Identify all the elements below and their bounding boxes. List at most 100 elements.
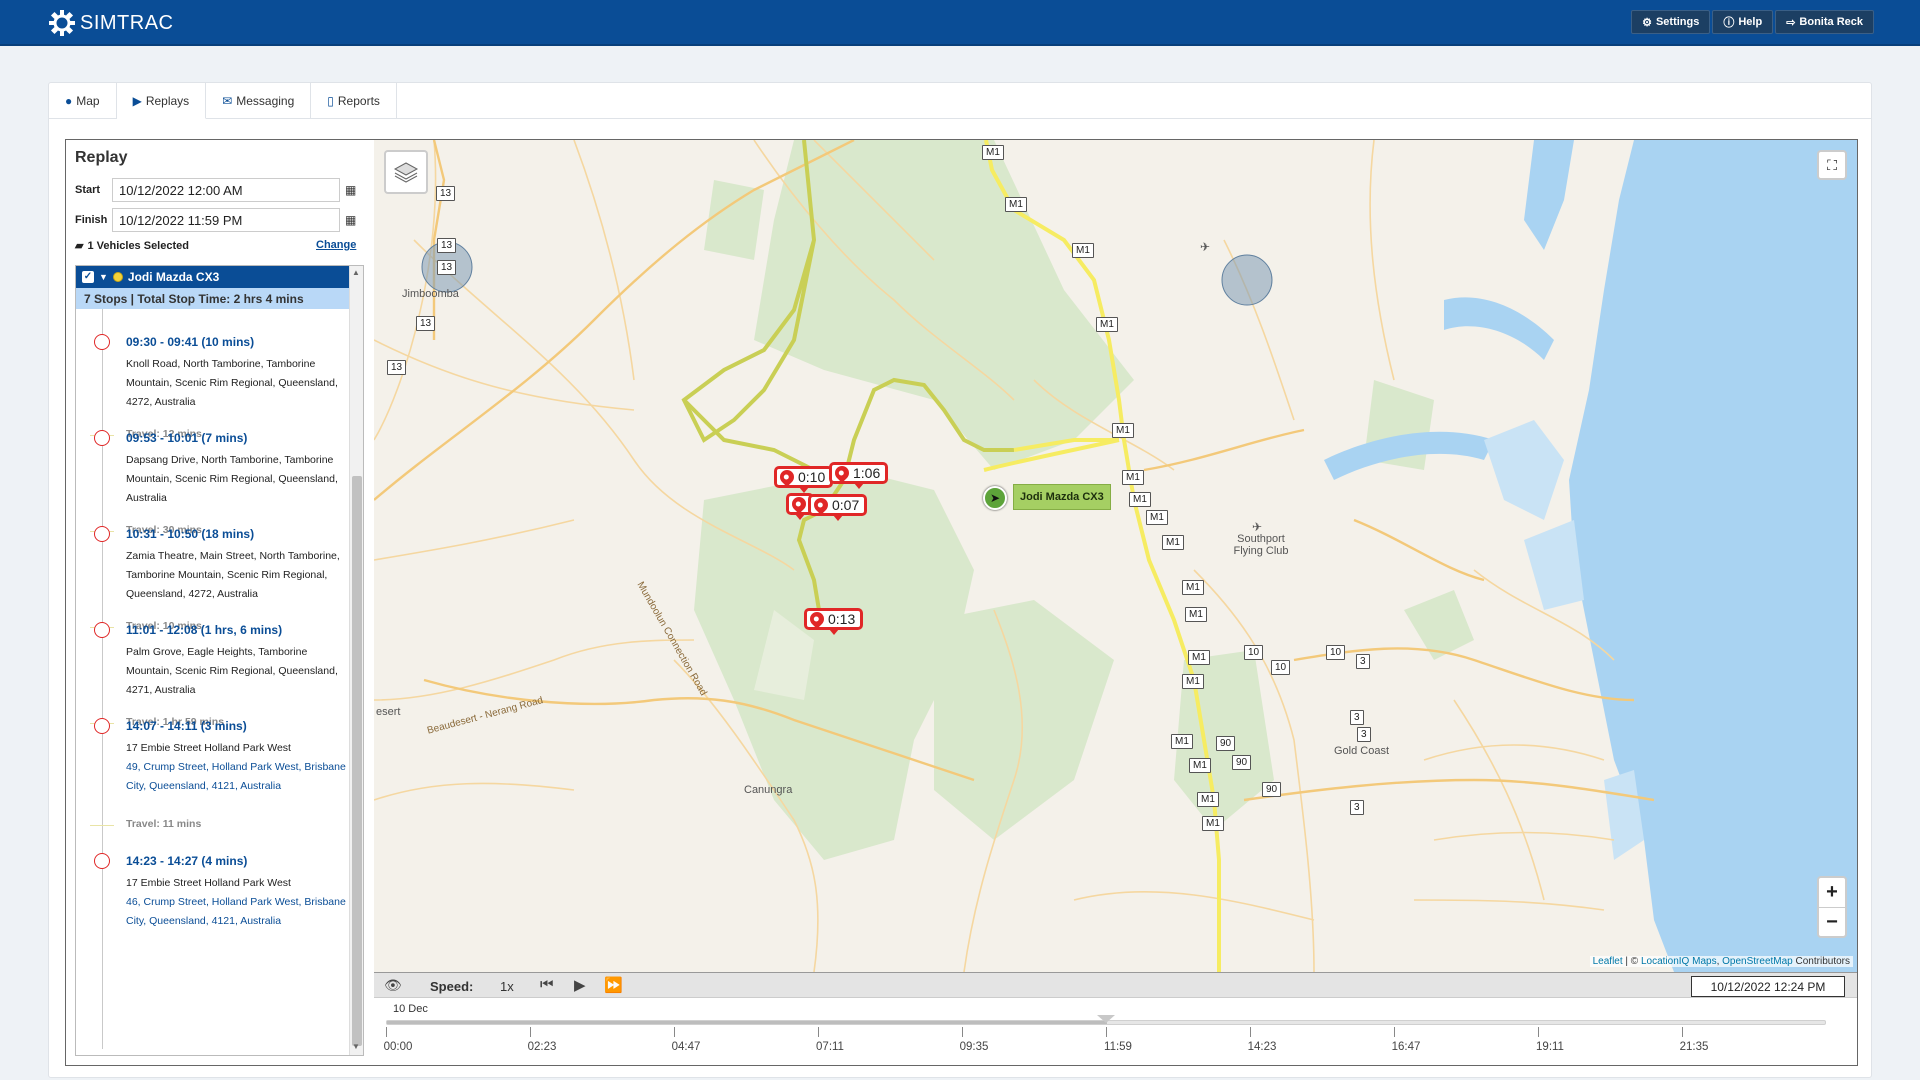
replay-panel: Replay Start ▦ Finish ▦ ▰ 1 Vehicles Sel… (65, 139, 1858, 1066)
change-vehicles-link[interactable]: Change (316, 239, 356, 251)
timeline-tick-label: 02:23 (527, 1041, 557, 1053)
tab-replays[interactable]: ▶ Replays (116, 83, 207, 119)
stop-marker[interactable]: 0:07 (808, 494, 868, 521)
settings-label: Settings (1655, 16, 1700, 28)
timeline-tick-label: 14:23 (1247, 1041, 1277, 1053)
zoom-control: + − (1817, 876, 1847, 938)
eye-icon[interactable]: 👁 (384, 977, 402, 994)
map-view[interactable]: M1 M1 M1 M1 M1 M1 M1 M1 M1 M1 M1 M1 M1 M… (374, 140, 1857, 972)
tab-reports[interactable]: ▯ Reports (311, 83, 397, 119)
envelope-icon: ✉ (222, 94, 233, 108)
stops-list[interactable]: ✓ ▼ Jodi Mazda CX3 7 Stops | Total Stop … (75, 265, 364, 1056)
fullscreen-button[interactable]: ⛶ (1817, 150, 1847, 180)
road-shield: M1 (1185, 607, 1207, 622)
road-shield: M1 (1096, 317, 1118, 332)
stops-scrollbar[interactable]: ▲ ▼ (349, 266, 363, 1055)
stop-circle-icon (94, 622, 110, 638)
vehicles-selected-text: 1 Vehicles Selected (87, 239, 189, 252)
main-card: ● Map ▶ Replays ✉ Messaging ▯ Reports Replay… (48, 82, 1872, 1078)
place-label: Jimboomba (402, 288, 459, 300)
expand-icon: ⛶ (1827, 156, 1837, 173)
road-shield: M1 (1202, 816, 1224, 831)
stop-address: Zamia Theatre, Main Street, North Tambor… (126, 550, 340, 600)
vehicles-selected: ▰ 1 Vehicles Selected (75, 239, 189, 253)
place-label: Canungra (744, 784, 793, 796)
road-shield: 10 (1271, 660, 1291, 675)
timeline-tick (1106, 1027, 1107, 1037)
truck-icon: ▰ (75, 240, 84, 252)
step-back-icon[interactable]: ⏮ (540, 976, 554, 993)
map-base-layer (374, 140, 1857, 972)
timeline-tick (818, 1027, 819, 1037)
finish-date-input[interactable] (112, 208, 340, 232)
timeline-tick (1394, 1027, 1395, 1037)
layers-icon (393, 162, 419, 183)
road-shield: M1 (1005, 197, 1027, 212)
stop-time[interactable]: 14:23 - 14:27 (4 mins) (126, 854, 247, 868)
stop-marker-duration: 0:07 (832, 497, 860, 513)
timeline-tick (1682, 1027, 1683, 1037)
stop-time[interactable]: 10:31 - 10:50 (18 mins) (126, 527, 254, 541)
tab-messaging[interactable]: ✉ Messaging (206, 83, 312, 119)
vehicle-map-label[interactable]: Jodi Mazda CX3 (1013, 484, 1111, 510)
locationiq-link[interactable]: LocationIQ Maps (1641, 956, 1717, 967)
stop-time[interactable]: 11:01 - 12:08 (1 hrs, 6 mins) (126, 623, 282, 637)
playback-thumb[interactable] (1097, 1015, 1115, 1023)
map-pin-icon (777, 467, 797, 487)
speed-selector[interactable]: 1x (500, 979, 514, 994)
stop-circle-icon (94, 526, 110, 542)
map-attribution: Leaflet | © LocationIQ Maps, OpenStreetM… (1589, 956, 1853, 967)
stop-time[interactable]: 09:30 - 09:41 (10 mins) (126, 335, 254, 349)
stop-marker-duration: 0:10 (798, 469, 826, 485)
vehicle-arrow-icon[interactable]: ➤ (983, 486, 1007, 510)
attribution-sep: | © (1622, 956, 1641, 967)
calendar-icon[interactable]: ▦ (345, 183, 356, 197)
vehicle-color-dot (112, 272, 123, 282)
zoom-out-button[interactable]: − (1819, 907, 1845, 936)
timeline-tick-label: 21:35 (1679, 1041, 1709, 1053)
brand-logo[interactable]: SIMTRAC (48, 9, 174, 37)
play-icon[interactable]: ▶ (574, 976, 586, 994)
top-bar: SIMTRAC ⚙ Settings ⓘ Help ⇨ Bonita Reck (0, 0, 1920, 46)
fast-forward-icon[interactable]: ⏩ (604, 976, 623, 994)
leaflet-link[interactable]: Leaflet (1593, 956, 1623, 967)
calendar-icon[interactable]: ▦ (345, 213, 356, 227)
scroll-up-icon[interactable]: ▲ (352, 268, 360, 277)
help-button[interactable]: ⓘ Help (1712, 10, 1774, 34)
stop-address-line1: 17 Embie Street Holland Park West (126, 877, 291, 889)
stop-address[interactable]: 49, Crump Street, Holland Park West, Bri… (126, 758, 348, 796)
sign-out-icon: ⇨ (1786, 16, 1796, 29)
layers-button[interactable] (384, 150, 428, 194)
scroll-down-icon[interactable]: ▼ (352, 1042, 360, 1051)
road-shield: M1 (1112, 423, 1134, 438)
replay-title: Replay (75, 149, 128, 166)
timeline-tick-label: 16:47 (1391, 1041, 1421, 1053)
stop-circle-icon (94, 718, 110, 734)
attribution-suffix: Contributors (1792, 956, 1850, 967)
scroll-thumb[interactable] (352, 476, 362, 1046)
info-icon: ⓘ (1723, 17, 1735, 29)
timeline-line (102, 309, 103, 1049)
stop-marker[interactable]: 1:06 (829, 462, 889, 489)
stop-address[interactable]: 46, Crump Street, Holland Park West, Bri… (126, 893, 348, 931)
stop-marker[interactable]: 0:10 (774, 466, 834, 493)
finish-label: Finish (75, 214, 108, 226)
map-pin-icon (789, 494, 809, 514)
user-logout-button[interactable]: ⇨ Bonita Reck (1775, 10, 1874, 34)
zoom-in-button[interactable]: + (1819, 878, 1845, 907)
settings-button[interactable]: ⚙ Settings (1631, 10, 1711, 34)
caret-down-icon[interactable]: ▼ (99, 272, 108, 282)
tab-bar: ● Map ▶ Replays ✉ Messaging ▯ Reports (49, 83, 1871, 119)
road-shield: 13 (416, 316, 436, 331)
road-shield: M1 (1129, 492, 1151, 507)
road-shield: 3 (1356, 654, 1370, 669)
tab-map[interactable]: ● Map (49, 83, 117, 119)
start-date-input[interactable] (112, 178, 340, 202)
playback-toolbar: 👁 Speed: 1x ⏮ ▶ ⏩ 10/12/2022 12:24 PM (374, 973, 1857, 998)
vehicle-header[interactable]: ✓ ▼ Jodi Mazda CX3 (76, 266, 349, 288)
stop-time[interactable]: 14:07 - 14:11 (3 mins) (126, 719, 247, 733)
vehicle-checkbox[interactable]: ✓ (82, 271, 94, 283)
stop-time[interactable]: 09:53 - 10:01 (7 mins) (126, 431, 247, 445)
stop-marker[interactable]: 0:13 (804, 608, 864, 635)
osm-link[interactable]: OpenStreetMap (1722, 956, 1793, 967)
